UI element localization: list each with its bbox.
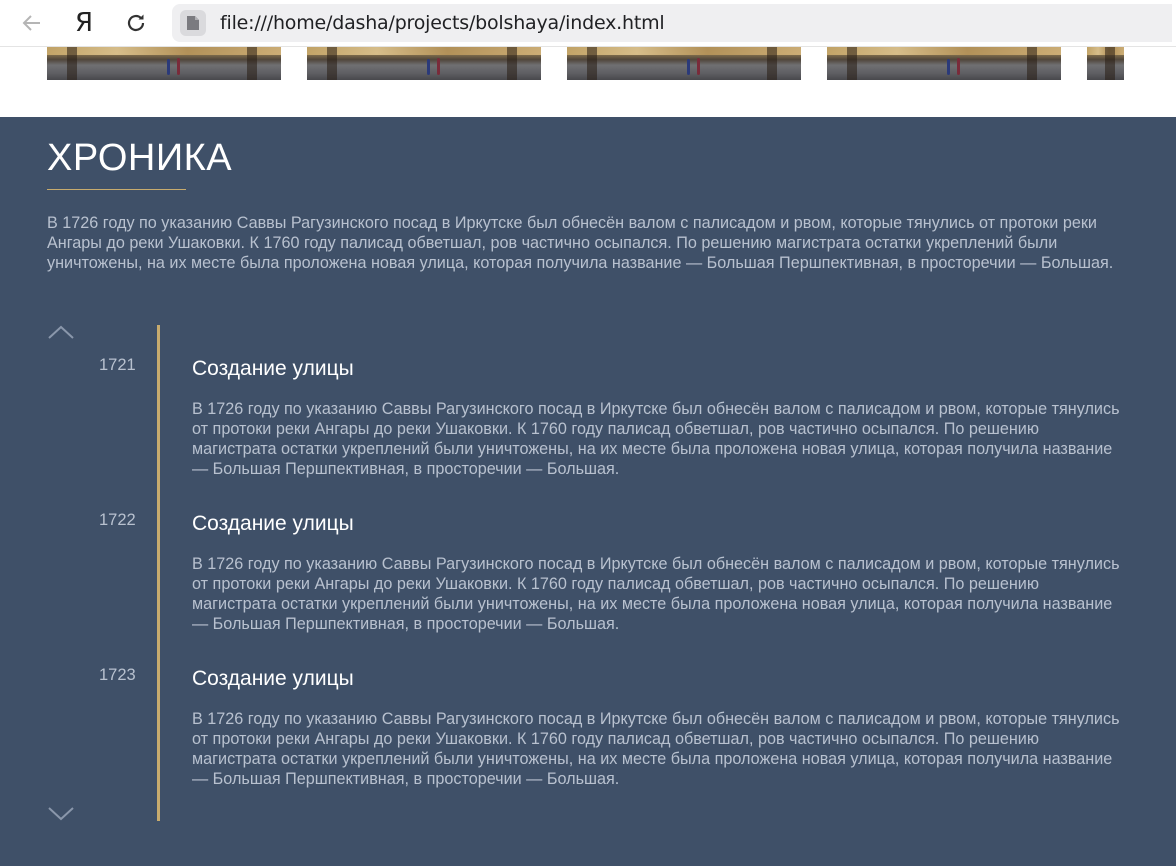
back-arrow-icon (22, 15, 40, 31)
event-year: 1721 (99, 356, 136, 374)
event-text: В 1726 году по указанию Саввы Рагузинско… (192, 555, 1120, 633)
event-year: 1723 (99, 666, 136, 684)
event-year: 1722 (99, 511, 136, 529)
event-title: Создание улицы (192, 357, 354, 380)
gallery-thumbnail[interactable] (567, 47, 801, 80)
timeline-down-button[interactable] (47, 805, 75, 823)
chronicle-section: ХРОНИКА В 1726 году по указанию Саввы Ра… (0, 117, 1176, 866)
gallery-thumbnail[interactable] (47, 47, 281, 80)
chevron-up-icon (48, 325, 74, 339)
gallery-thumbnail[interactable] (1087, 47, 1124, 80)
page-icon (180, 10, 206, 36)
timeline-line (157, 325, 160, 821)
section-intro: В 1726 году по указанию Саввы Рагузинско… (47, 214, 1114, 272)
back-button[interactable] (16, 7, 48, 39)
timeline-up-button[interactable] (47, 323, 75, 341)
title-underline (47, 189, 186, 190)
address-bar[interactable]: file:///home/dasha/projects/bolshaya/ind… (172, 4, 1172, 42)
section-title: ХРОНИКА (47, 137, 233, 179)
event-text: В 1726 году по указанию Саввы Рагузинско… (192, 710, 1120, 788)
url-text[interactable]: file:///home/dasha/projects/bolshaya/ind… (220, 12, 665, 34)
event-title: Создание улицы (192, 512, 354, 535)
reload-icon (127, 14, 145, 32)
event-title: Создание улицы (192, 667, 354, 690)
photo-gallery (0, 47, 1176, 117)
browser-toolbar: Я file:///home/dasha/projects/bolshaya/i… (0, 0, 1176, 47)
chevron-down-icon (48, 807, 74, 821)
yandex-logo[interactable]: Я (68, 6, 100, 40)
event-text: В 1726 году по указанию Саввы Рагузинско… (192, 400, 1120, 478)
reload-button[interactable] (120, 7, 152, 39)
gallery-thumbnail[interactable] (827, 47, 1061, 80)
gallery-thumbnail[interactable] (307, 47, 541, 80)
